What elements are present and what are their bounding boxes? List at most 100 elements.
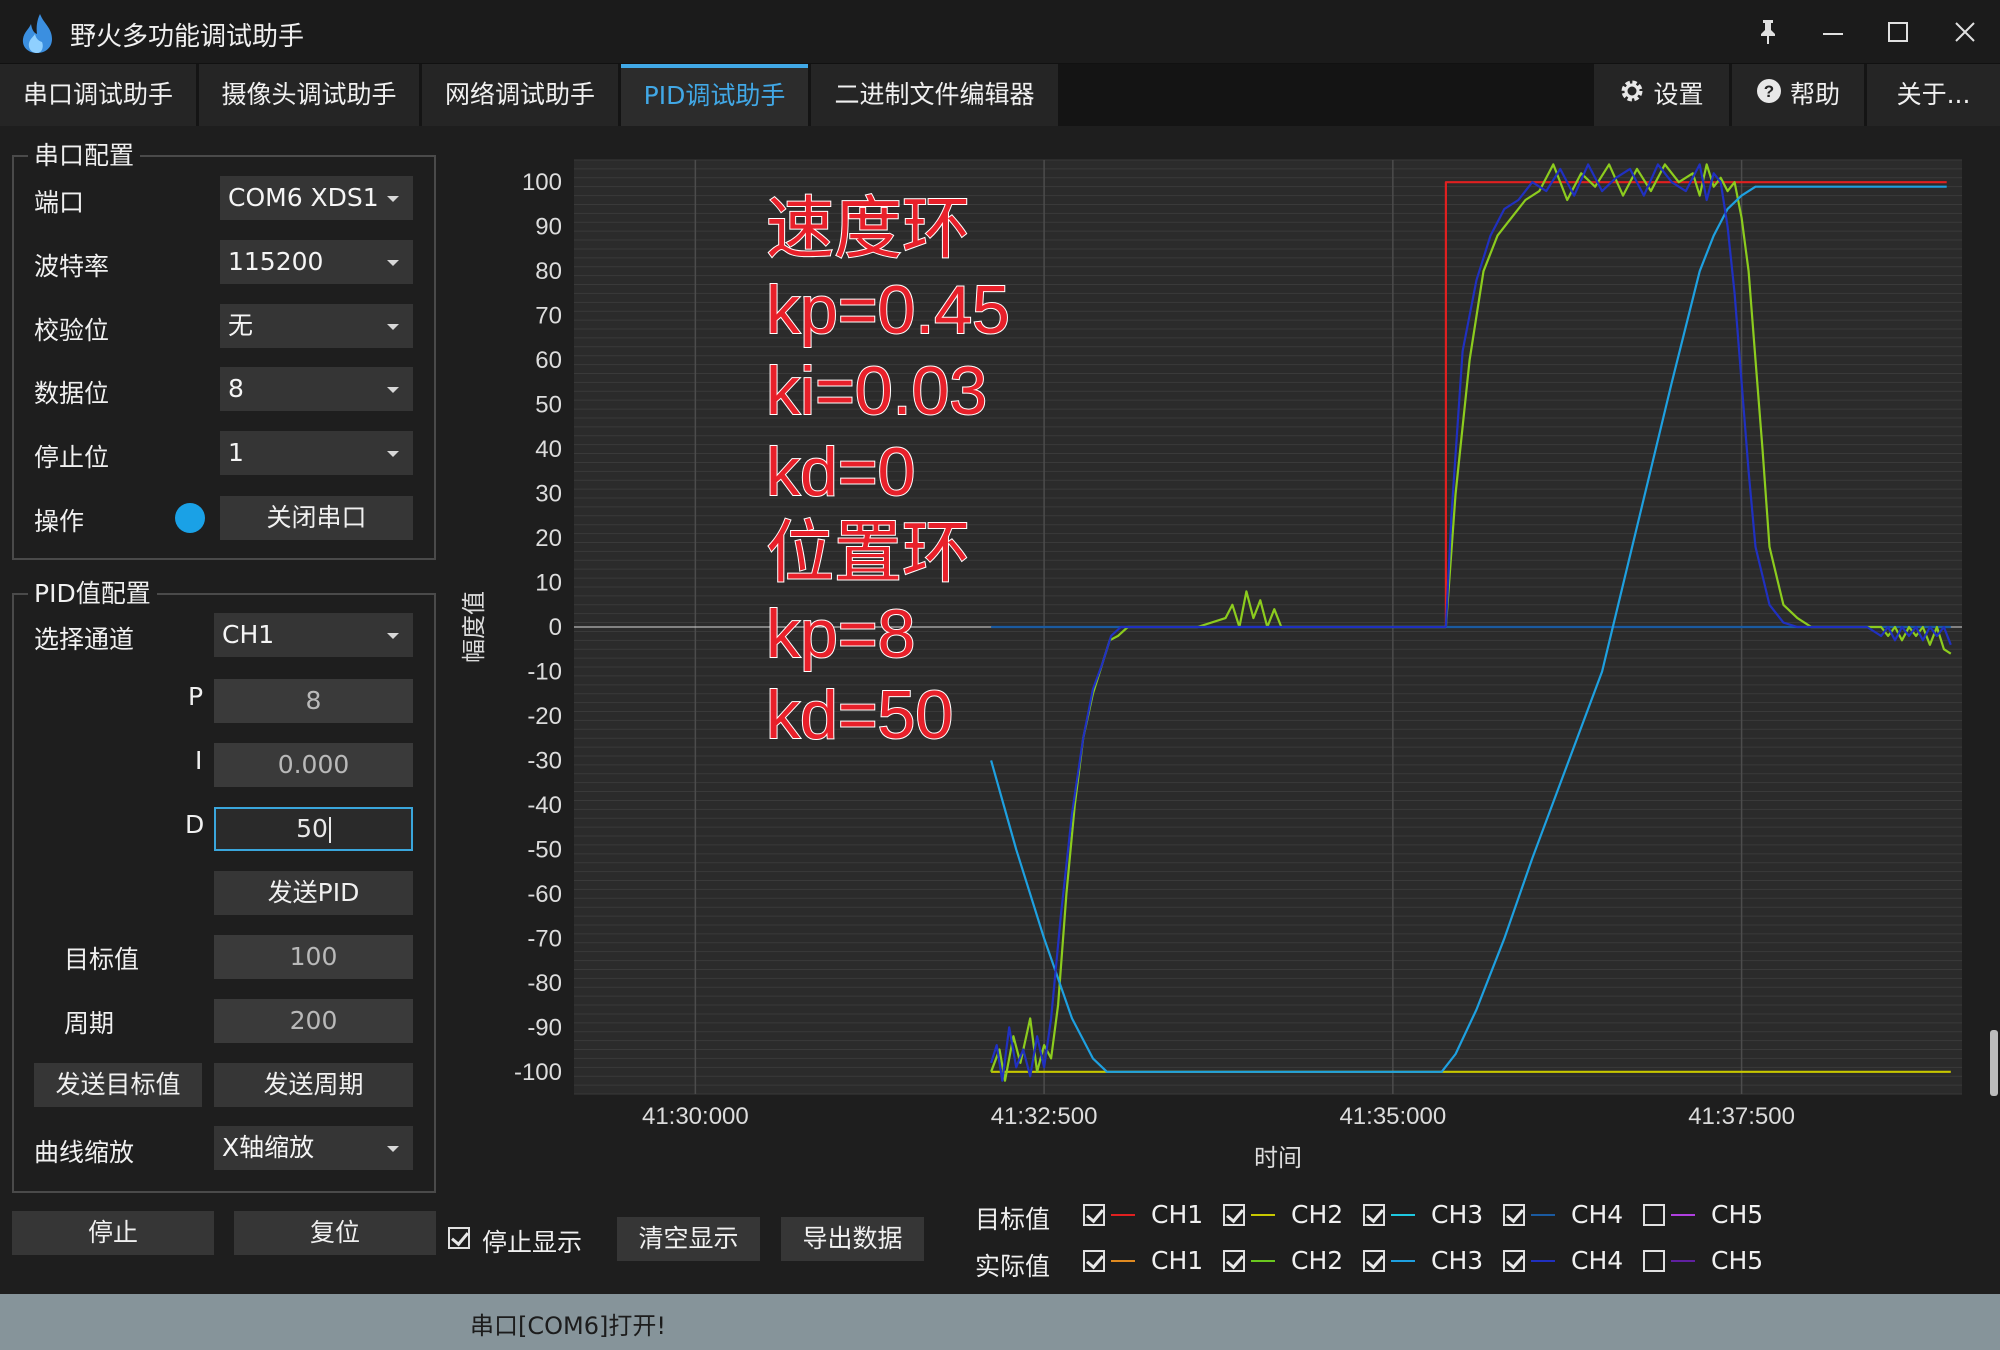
legend-target-ch5-checkbox[interactable] bbox=[1643, 1204, 1665, 1226]
databits-select[interactable]: 8 bbox=[220, 367, 413, 411]
legend-target-ch2-checkbox[interactable] bbox=[1223, 1204, 1245, 1226]
parity-select[interactable]: 无 bbox=[220, 304, 413, 348]
series-line bbox=[990, 163, 1952, 1082]
y-tick-label: -10 bbox=[527, 658, 562, 685]
chevron-down-icon bbox=[387, 260, 399, 266]
send-pid-button[interactable]: 发送PID bbox=[214, 871, 413, 915]
send-period-button[interactable]: 发送周期 bbox=[214, 1063, 413, 1107]
zoom-select[interactable]: X轴缩放 bbox=[214, 1126, 413, 1170]
status-bar: 串口[COM6]打开! bbox=[0, 1294, 2000, 1350]
clear-display-button[interactable]: 清空显示 bbox=[617, 1217, 760, 1261]
target-input[interactable]: 100 bbox=[214, 935, 413, 979]
x-tick-label: 41:37:500 bbox=[1688, 1103, 1795, 1130]
legend-channel-label: CH4 bbox=[1571, 1200, 1624, 1229]
legend-channel-label: CH1 bbox=[1151, 1246, 1204, 1275]
help-icon: ? bbox=[1756, 65, 1782, 127]
legend-color-swatch bbox=[1111, 1260, 1135, 1262]
serial-config-title: 串口配置 bbox=[28, 136, 141, 172]
x-tick-label: 41:32:500 bbox=[991, 1103, 1098, 1130]
legend-actual-ch2-checkbox[interactable] bbox=[1223, 1250, 1245, 1272]
legend-color-swatch bbox=[1111, 1214, 1135, 1216]
legend-color-swatch bbox=[1531, 1214, 1555, 1216]
close-icon[interactable] bbox=[1940, 10, 1990, 54]
legend-color-swatch bbox=[1531, 1260, 1555, 1262]
series-line bbox=[1444, 181, 1947, 627]
legend-target-ch3-checkbox[interactable] bbox=[1363, 1204, 1385, 1226]
stopbits-select[interactable]: 1 bbox=[220, 431, 413, 475]
legend-channel-label: CH3 bbox=[1431, 1246, 1484, 1275]
tab-pid[interactable]: PID调试助手 bbox=[621, 64, 808, 126]
d-input-value: 50 bbox=[296, 814, 328, 843]
baud-label: 波特率 bbox=[34, 252, 110, 281]
reset-button[interactable]: 复位 bbox=[234, 1211, 436, 1255]
action-label: 操作 bbox=[34, 507, 85, 536]
legend-channel-label: CH5 bbox=[1711, 1246, 1764, 1275]
zoom-value: X轴缩放 bbox=[222, 1133, 315, 1162]
legend-color-swatch bbox=[1251, 1260, 1275, 1262]
annotation-line: 位置环 bbox=[766, 515, 970, 591]
i-input[interactable]: 0.000 bbox=[214, 743, 413, 787]
series-line bbox=[990, 185, 1947, 1073]
legend-actual-ch1-checkbox[interactable] bbox=[1083, 1250, 1105, 1272]
parity-label: 校验位 bbox=[34, 316, 110, 345]
tab-binary-editor[interactable]: 二进制文件编辑器 bbox=[811, 64, 1058, 126]
stop-display-checkbox[interactable] bbox=[448, 1227, 470, 1249]
tab-serial[interactable]: 串口调试助手 bbox=[0, 64, 196, 126]
legend-actual-ch4-checkbox[interactable] bbox=[1503, 1250, 1525, 1272]
legend-channel-label: CH2 bbox=[1291, 1246, 1344, 1275]
x-tick-label: 41:30:000 bbox=[642, 1103, 749, 1130]
x-tick-label: 41:35:000 bbox=[1339, 1103, 1446, 1130]
chevron-down-icon bbox=[387, 324, 399, 330]
zoom-label: 曲线缩放 bbox=[34, 1138, 135, 1167]
legend-channel-label: CH5 bbox=[1711, 1200, 1764, 1229]
pin-icon[interactable] bbox=[1743, 10, 1793, 54]
y-tick-label: 70 bbox=[535, 303, 562, 330]
channel-select[interactable]: CH1 bbox=[214, 613, 413, 657]
help-button[interactable]: ? 帮助 bbox=[1732, 64, 1864, 126]
maximize-icon[interactable] bbox=[1873, 10, 1923, 54]
scrollbar-thumb[interactable] bbox=[1990, 1030, 1998, 1096]
legend-target-ch1-checkbox[interactable] bbox=[1083, 1204, 1105, 1226]
text-cursor bbox=[328, 817, 331, 843]
y-tick-label: -70 bbox=[527, 925, 562, 952]
tab-camera[interactable]: 摄像头调试助手 bbox=[199, 64, 419, 126]
y-tick-label: -60 bbox=[527, 881, 562, 908]
legend-target-ch4-checkbox[interactable] bbox=[1503, 1204, 1525, 1226]
close-port-button[interactable]: 关闭串口 bbox=[220, 496, 413, 540]
i-label: I bbox=[195, 746, 203, 775]
y-tick-label: 30 bbox=[535, 481, 562, 508]
legend-color-swatch bbox=[1251, 1214, 1275, 1216]
d-label: D bbox=[185, 810, 205, 839]
annotation-line: 速度环 bbox=[766, 191, 970, 267]
legend-actual-ch3-checkbox[interactable] bbox=[1363, 1250, 1385, 1272]
stopbits-value: 1 bbox=[228, 438, 244, 467]
port-value: COM6 XDS1 bbox=[228, 183, 379, 212]
about-button[interactable]: 关于... bbox=[1867, 64, 2000, 126]
settings-button[interactable]: 设置 bbox=[1594, 64, 1729, 126]
legend-channel-label: CH3 bbox=[1431, 1200, 1484, 1229]
parity-value: 无 bbox=[228, 311, 254, 340]
y-tick-label: 20 bbox=[535, 525, 562, 552]
legend-actual-label: 实际值 bbox=[975, 1252, 1051, 1281]
p-input[interactable]: 8 bbox=[214, 679, 413, 723]
y-tick-label: -100 bbox=[514, 1059, 562, 1086]
p-label: P bbox=[188, 682, 204, 711]
chevron-down-icon bbox=[387, 633, 399, 639]
y-tick-label: -20 bbox=[527, 703, 562, 730]
minimize-icon[interactable] bbox=[1808, 10, 1858, 54]
y-tick-label: 80 bbox=[535, 258, 562, 285]
period-input[interactable]: 200 bbox=[214, 999, 413, 1043]
stop-button[interactable]: 停止 bbox=[12, 1211, 214, 1255]
legend-actual-ch5-checkbox[interactable] bbox=[1643, 1250, 1665, 1272]
y-tick-label: 0 bbox=[549, 614, 562, 641]
d-input[interactable]: 50 bbox=[214, 807, 413, 851]
export-data-button[interactable]: 导出数据 bbox=[781, 1217, 924, 1261]
channel-label: 选择通道 bbox=[34, 625, 135, 654]
port-label: 端口 bbox=[34, 188, 85, 217]
window-title: 野火多功能调试助手 bbox=[70, 22, 305, 52]
port-select[interactable]: COM6 XDS1 bbox=[220, 176, 413, 220]
baud-select[interactable]: 115200 bbox=[220, 240, 413, 284]
send-target-button[interactable]: 发送目标值 bbox=[34, 1063, 202, 1107]
y-tick-label: -40 bbox=[527, 792, 562, 819]
tab-network[interactable]: 网络调试助手 bbox=[422, 64, 618, 126]
